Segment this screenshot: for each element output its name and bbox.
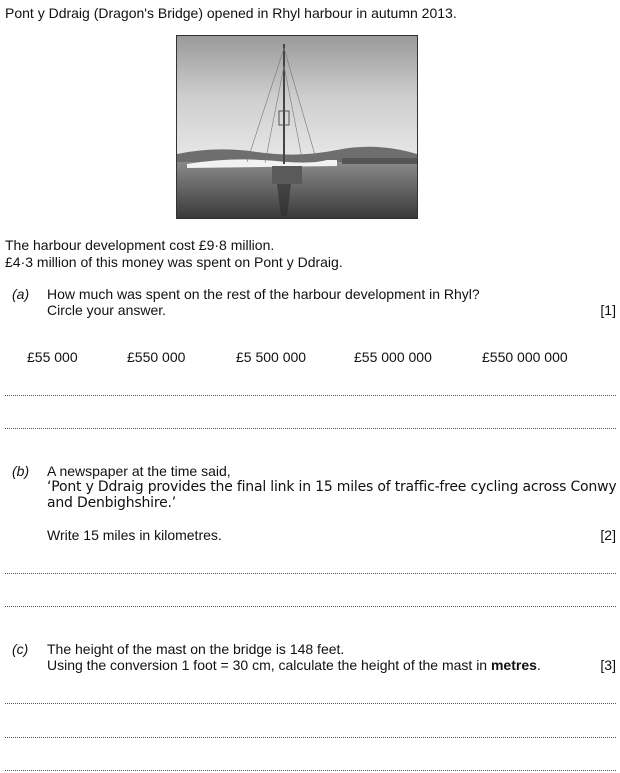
answer-option[interactable]: £550 000 bbox=[127, 349, 185, 365]
part-b-marks: [2] bbox=[600, 527, 616, 543]
cost-line-1: The harbour development cost £9·8 millio… bbox=[5, 237, 275, 253]
intro-text: Pont y Ddraig (Dragon's Bridge) opened i… bbox=[5, 5, 457, 21]
part-c-line-2-text: Using the conversion 1 foot = 30 cm, cal… bbox=[47, 657, 491, 673]
answer-option[interactable]: £550 000 000 bbox=[482, 349, 568, 365]
part-a-label: (a) bbox=[12, 286, 30, 302]
part-b-intro: A newspaper at the time said, bbox=[47, 463, 231, 479]
answer-line[interactable] bbox=[5, 395, 616, 396]
answer-line[interactable] bbox=[5, 573, 616, 574]
part-c-line-2: Using the conversion 1 foot = 30 cm, cal… bbox=[47, 657, 541, 673]
newspaper-quote-line-1: ‘Pont y Ddraig provides the final link i… bbox=[47, 479, 617, 495]
answer-line[interactable] bbox=[5, 606, 616, 607]
part-c-bold-unit: metres bbox=[490, 657, 537, 673]
answer-line[interactable] bbox=[5, 737, 616, 738]
cost-line-2: £4·3 million of this money was spent on … bbox=[5, 254, 343, 270]
part-a-instruction: Circle your answer. bbox=[47, 302, 167, 318]
answer-option[interactable]: £55 000 bbox=[27, 349, 78, 365]
answer-option[interactable]: £55 000 000 bbox=[354, 349, 432, 365]
part-c-marks: [3] bbox=[600, 657, 616, 673]
part-b-label: (b) bbox=[12, 463, 30, 479]
answer-line[interactable] bbox=[5, 428, 616, 429]
part-c-label: (c) bbox=[12, 641, 29, 657]
newspaper-quote-line-2: and Denbighshire.’ bbox=[47, 495, 177, 511]
part-b-instruction: Write 15 miles in kilometres. bbox=[47, 527, 222, 543]
part-a-question: How much was spent on the rest of the ha… bbox=[47, 286, 480, 302]
part-a-marks: [1] bbox=[600, 302, 616, 318]
part-c-line-1: The height of the mast on the bridge is … bbox=[47, 641, 345, 657]
answer-line[interactable] bbox=[5, 703, 616, 704]
part-c-line-2-end: . bbox=[536, 657, 541, 673]
bridge-photo bbox=[176, 35, 418, 219]
answer-line[interactable] bbox=[5, 770, 616, 771]
answer-option[interactable]: £5 500 000 bbox=[236, 349, 306, 365]
